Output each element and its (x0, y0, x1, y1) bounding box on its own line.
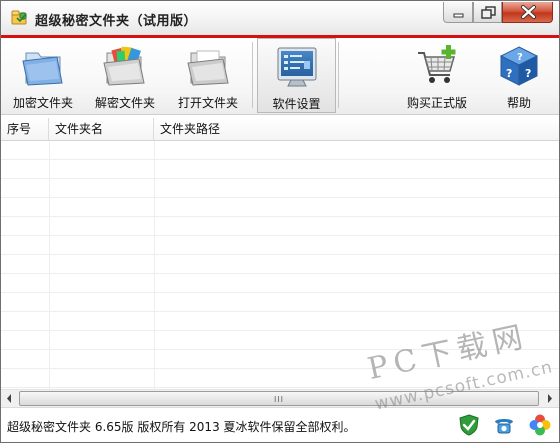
app-logo-icon (11, 10, 27, 25)
decrypt-folder-button[interactable]: 解密文件夹 (87, 38, 163, 113)
encrypt-folder-icon (22, 52, 63, 86)
table-row[interactable] (1, 160, 559, 179)
title-bar[interactable]: 超级秘密文件夹（试用版） (1, 1, 559, 35)
close-icon (521, 5, 536, 19)
column-header-folder-name[interactable]: 文件夹名 (49, 118, 154, 140)
svg-text:?: ? (517, 52, 523, 63)
encrypt-folder-button[interactable]: 加密文件夹 (5, 38, 81, 113)
column-header-index[interactable]: 序号 (1, 118, 49, 140)
table-row[interactable] (1, 293, 559, 312)
scroll-right-button[interactable] (541, 390, 558, 407)
help-button[interactable]: ? ? ? 帮助 (487, 38, 551, 113)
scrollbar-grip: III (273, 395, 285, 404)
decrypt-folder-icon (103, 46, 145, 86)
phone-icon[interactable] (492, 413, 516, 437)
settings-monitor-icon (277, 47, 316, 87)
table-row[interactable] (1, 236, 559, 255)
open-folder-label: 打开文件夹 (177, 96, 238, 110)
table-row[interactable] (1, 274, 559, 293)
column-header-folder-path[interactable]: 文件夹路径 (154, 118, 559, 140)
open-folder-button[interactable]: 打开文件夹 (171, 38, 245, 113)
buy-full-version-button[interactable]: 购买正式版 (399, 38, 475, 113)
restore-icon (481, 6, 496, 19)
status-bar: 超级秘密文件夹 6.65版 版权所有 2013 夏冰软件保留全部权利。 (1, 407, 559, 442)
window-title: 超级秘密文件夹（试用版） (35, 14, 198, 29)
chevron-left-icon (7, 394, 11, 403)
settings-label: 软件设置 (272, 97, 321, 111)
table-row[interactable] (1, 255, 559, 274)
shopping-cart-icon (418, 45, 456, 83)
minimize-button[interactable] (443, 2, 473, 23)
table-row[interactable] (1, 141, 559, 160)
svg-text:?: ? (506, 67, 512, 80)
list-header: 序号 文件夹名 文件夹路径 (1, 118, 559, 141)
restore-button[interactable] (473, 2, 502, 23)
table-row[interactable] (1, 198, 559, 217)
chevron-right-icon (548, 394, 552, 403)
scroll-left-button[interactable] (1, 390, 18, 407)
buy-full-version-label: 购买正式版 (406, 96, 467, 110)
table-row[interactable] (1, 179, 559, 198)
colorful-flower-icon[interactable] (528, 413, 552, 437)
help-cube-icon: ? ? ? (499, 46, 539, 86)
svg-text:?: ? (525, 67, 531, 80)
help-label: 帮助 (506, 96, 531, 110)
decrypt-folder-label: 解密文件夹 (94, 96, 155, 110)
encrypt-folder-label: 加密文件夹 (12, 96, 73, 110)
table-row[interactable] (1, 217, 559, 236)
toolbar-separator (338, 42, 339, 108)
settings-button[interactable]: 软件设置 (257, 38, 336, 113)
copyright-text: 超级秘密文件夹 6.65版 版权所有 2013 夏冰软件保留全部权利。 (7, 420, 356, 434)
toolbar: 加密文件夹 解密文件夹 打开文件夹 软件设置 购买正式版 ? ? ? 帮助 (1, 38, 559, 115)
toolbar-separator (252, 42, 253, 108)
shield-check-icon[interactable] (457, 413, 481, 437)
open-folder-icon (187, 50, 229, 86)
minimize-icon (453, 13, 464, 18)
close-button[interactable] (502, 2, 553, 23)
app-window: 超级秘密文件夹（试用版） 加密文件夹 解密文件夹 打开文件夹 软件设置 购买正式… (0, 0, 560, 443)
